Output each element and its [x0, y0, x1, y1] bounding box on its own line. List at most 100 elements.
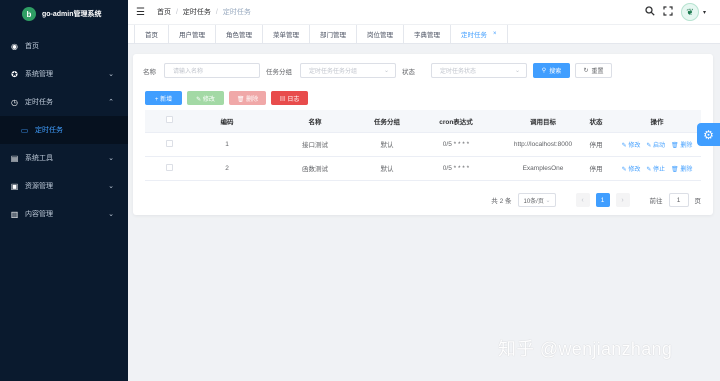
sidebar-item-label: 定时任务	[25, 99, 53, 106]
app-title: go-admin管理系统	[42, 11, 102, 18]
row-select-cell[interactable]	[145, 156, 193, 181]
stop-link[interactable]: ✎ 停止	[646, 164, 665, 173]
tab-label: 岗位管理	[367, 32, 393, 39]
tab-label: 菜单管理	[273, 32, 299, 39]
page-suffix: 页	[694, 198, 702, 205]
breadcrumb-separator: /	[175, 8, 178, 16]
job-icon: ▭	[20, 125, 29, 135]
sidebar-item-tools[interactable]: ▤ 系统工具 ⌄	[0, 144, 128, 172]
search-button[interactable]: ⚲ 搜索	[533, 63, 570, 78]
tab-label: 定时任务	[461, 32, 487, 39]
delete-button[interactable]: 🗑 删除	[229, 91, 266, 105]
close-icon[interactable]: ×	[493, 31, 497, 37]
col-target: 调用目标	[507, 110, 579, 133]
add-button[interactable]: + 新增	[145, 91, 182, 105]
tab-menu[interactable]: 菜单管理	[263, 25, 310, 43]
top-navbar: ☰ 首页 / 定时任务 / 定时任务 ❦ ▾	[128, 0, 720, 24]
page-number-current[interactable]: 1	[595, 193, 610, 207]
table-row: 2 函数测试 默认 0/5 * * * * ExamplesOne 停用 ✎ 修…	[145, 156, 701, 181]
dashboard-icon: ◉	[11, 41, 18, 51]
tags-view: 首页 用户管理 角色管理 菜单管理 部门管理 岗位管理 字典管理 定时任务 ×	[128, 24, 720, 44]
tab-label: 字典管理	[414, 32, 440, 39]
sidebar-item-system[interactable]: ✪ 系统管理 ⌄	[0, 60, 128, 88]
page-size-select[interactable]: 10条/页 ⌄	[517, 193, 556, 207]
row-select-cell[interactable]	[145, 132, 193, 157]
table-header-row: 编码 名称 任务分组 cron表达式 调用目标 状态 操作	[145, 110, 701, 133]
chevron-down-icon: ⌄	[383, 68, 389, 74]
row-checkbox[interactable]	[165, 139, 173, 147]
caret-down-icon[interactable]: ▾	[703, 9, 706, 16]
tab-dept[interactable]: 部门管理	[310, 25, 357, 43]
goto-page-input[interactable]: 1	[668, 193, 689, 207]
tab-label: 首页	[145, 32, 158, 39]
tab-post[interactable]: 岗位管理	[357, 25, 404, 43]
status-placeholder: 定时任务状态	[440, 69, 477, 75]
start-link[interactable]: ✎ 启动	[646, 140, 665, 149]
select-all-checkbox[interactable]	[165, 116, 173, 124]
col-name: 名称	[261, 110, 369, 133]
sidebar-item-content[interactable]: ▥ 内容管理 ⌄	[0, 200, 128, 228]
system-icon: ✪	[11, 69, 18, 79]
next-page-button[interactable]: ›	[615, 193, 630, 207]
group-select[interactable]: 定时任务任务分组 ⌄	[300, 63, 396, 78]
logo[interactable]: b go-admin管理系统	[0, 0, 128, 28]
chevron-down-icon: ⌄	[514, 68, 520, 74]
delete-link[interactable]: 🗑 删除	[671, 164, 692, 173]
cell-ops: ✎ 修改 ✎ 启动 🗑 删除	[613, 132, 701, 157]
cell-cron: 0/5 * * * *	[405, 156, 507, 181]
cell-cron: 0/5 * * * *	[405, 132, 507, 157]
page-size-value: 10条/页	[523, 198, 544, 205]
name-input[interactable]: 请输入名称	[164, 63, 260, 78]
sidebar-item-schedule[interactable]: ◷ 定时任务 ⌃	[0, 88, 128, 116]
delete-link[interactable]: 🗑 删除	[671, 140, 692, 149]
col-ops: 操作	[613, 110, 701, 133]
col-id: 编码	[193, 110, 261, 133]
row-checkbox[interactable]	[165, 163, 173, 171]
logo-icon: b	[22, 7, 36, 21]
breadcrumb-home[interactable]: 首页	[157, 7, 171, 17]
sidebar-subitem-job[interactable]: ▭ 定时任务	[0, 116, 128, 144]
cell-name: 接口测试	[261, 132, 369, 157]
col-group: 任务分组	[369, 110, 405, 133]
sidebar-item-label: 内容管理	[25, 211, 53, 218]
breadcrumb-parent[interactable]: 定时任务	[183, 7, 211, 17]
breadcrumb-separator: /	[215, 8, 218, 16]
hamburger-icon[interactable]: ☰	[136, 7, 145, 18]
cell-target: http://localhost:8000	[507, 132, 579, 157]
tab-label: 部门管理	[320, 32, 346, 39]
cell-group: 默认	[369, 132, 405, 157]
watermark: 知乎 @wenjianzhang	[498, 339, 673, 359]
edit-button[interactable]: ✎ 修改	[187, 91, 224, 105]
cell-target: ExamplesOne	[507, 156, 579, 181]
top-right-tools: ❦ ▾	[645, 3, 706, 21]
search-icon[interactable]	[645, 5, 655, 19]
clock-icon: ◷	[11, 97, 18, 107]
settings-gear-icon[interactable]: ⚙	[697, 123, 720, 146]
reset-button[interactable]: ↻ 重置	[575, 63, 612, 78]
col-status: 状态	[579, 110, 613, 133]
avatar[interactable]: ❦	[680, 3, 699, 21]
sidebar-item-home[interactable]: ◉ 首页	[0, 32, 128, 60]
status-select[interactable]: 定时任务状态 ⌄	[431, 63, 527, 78]
sidebar-item-label: 系统工具	[25, 155, 53, 162]
sidebar: b go-admin管理系统 ◉ 首页 ✪ 系统管理 ⌄ ◷ 定时任务 ⌃ ▭ …	[0, 0, 128, 381]
tab-role[interactable]: 角色管理	[216, 25, 263, 43]
fullscreen-icon[interactable]	[663, 5, 673, 19]
tab-dict[interactable]: 字典管理	[404, 25, 451, 43]
sidebar-item-label: 资源管理	[25, 183, 53, 190]
edit-link[interactable]: ✎ 修改	[622, 140, 641, 149]
log-button[interactable]: ▤ 日志	[271, 91, 308, 105]
edit-link[interactable]: ✎ 修改	[622, 164, 641, 173]
tab-label: 用户管理	[179, 32, 205, 39]
tab-job[interactable]: 定时任务 ×	[451, 25, 508, 43]
select-all-cell[interactable]	[145, 110, 193, 133]
tab-user[interactable]: 用户管理	[169, 25, 216, 43]
prev-page-button[interactable]: ‹	[575, 193, 590, 207]
status-label: 状态	[402, 68, 415, 76]
sidebar-item-resource[interactable]: ▣ 资源管理 ⌄	[0, 172, 128, 200]
tab-home[interactable]: 首页	[134, 25, 169, 43]
pagination: 共 2 条 10条/页 ⌄ ‹ 1 › 前往 1 页	[491, 193, 701, 207]
breadcrumb-current: 定时任务	[222, 9, 251, 16]
main-card: 名称 请输入名称 任务分组 定时任务任务分组 ⌄ 状态 定时任务状态 ⌄ ⚲ 搜…	[133, 54, 713, 215]
goto-label: 前往	[649, 198, 663, 205]
